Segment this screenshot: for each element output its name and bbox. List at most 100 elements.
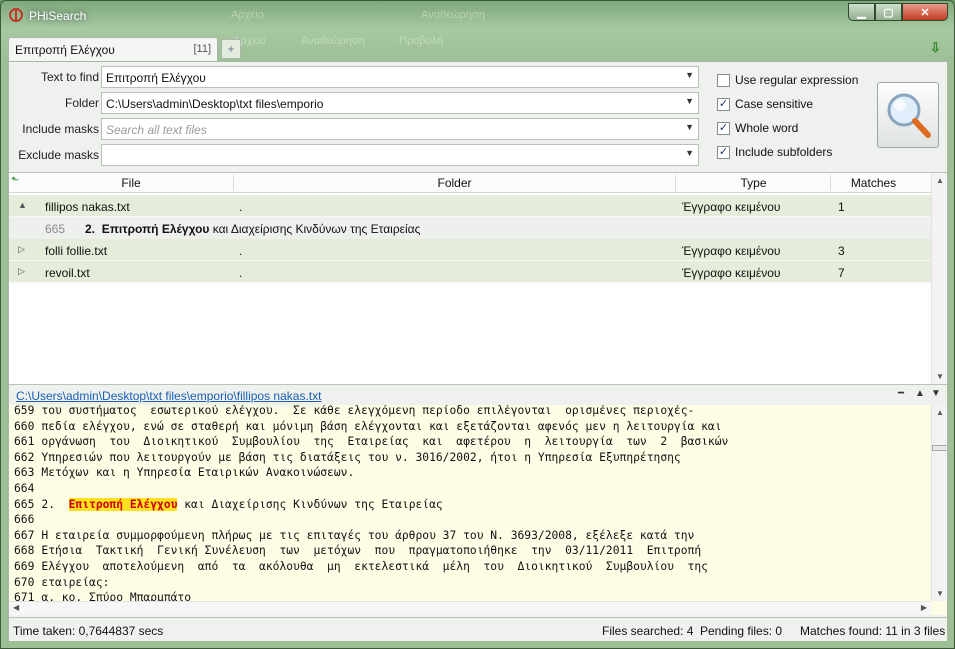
scroll-right-icon[interactable]: ▶ <box>921 603 927 612</box>
preview-line-number: 667 <box>14 528 35 542</box>
use-regex-checkbox[interactable]: Use regular expression <box>717 68 867 92</box>
chevron-down-icon[interactable]: ▼ <box>685 122 694 132</box>
column-folder[interactable]: Folder <box>234 176 675 190</box>
exclude-masks-input[interactable]: ▼ <box>101 144 699 166</box>
scroll-up-icon[interactable]: ▲ <box>932 176 948 185</box>
tab-search[interactable]: Επιτροπή Ελέγχου [11] <box>8 37 218 61</box>
chevron-down-icon[interactable]: ▼ <box>685 96 694 106</box>
preview-line-number: 661 <box>14 435 35 449</box>
status-pending-files: Pending files: 0 <box>700 624 783 638</box>
preview-line-text: Ετήσια Τακτική Γενική Συνέλευση των μετό… <box>41 544 702 558</box>
row-folder: . <box>239 244 243 258</box>
maximize-button[interactable]: ▢ <box>875 3 902 21</box>
status-matches-found: Matches found: 11 in 3 files <box>800 624 946 638</box>
row-type: Έγγραφο κειμένου <box>682 200 781 214</box>
minus-icon[interactable]: ━ <box>898 388 904 399</box>
plus-icon: + <box>227 42 235 56</box>
results-header: ⬑ File Folder Type Matches <box>9 173 931 193</box>
expand-triangle-icon[interactable]: ▷ <box>18 266 25 277</box>
preview-path-bar: C:\Users\admin\Desktop\txt files\emporio… <box>9 384 947 405</box>
preview-horizontal-scrollbar[interactable]: ◀ ▶ <box>9 601 931 615</box>
preview-line: 660 πεδία ελέγχου, ενώ σε σταθερή και μόν… <box>14 419 722 434</box>
whole-word-checkbox[interactable]: ✓ Whole word <box>717 116 867 140</box>
preview-path-link[interactable]: C:\Users\admin\Desktop\txt files\emporio… <box>16 389 321 403</box>
preview-line-number: 660 <box>14 419 35 433</box>
preview-line: 666 <box>14 512 41 527</box>
row-matches: 7 <box>838 266 845 280</box>
preview-scrollbar[interactable]: ▲ ▼ <box>931 405 947 601</box>
column-type[interactable]: Type <box>676 176 831 190</box>
text-to-find-label: Text to find <box>40 70 99 84</box>
row-file: folli follie.txt <box>45 244 108 258</box>
tab-label: Επιτροπή Ελέγχου <box>15 43 115 57</box>
include-masks-row: Include masks Search all text files ▼ <box>9 118 709 142</box>
minimize-button[interactable]: ▁ <box>848 3 875 21</box>
column-file[interactable]: File <box>29 176 233 190</box>
preview-line: 670 εταιρείας: <box>14 575 109 590</box>
folder-path-link[interactable]: C:\Users\admin\Desktop\txt files\emporio <box>16 389 233 403</box>
table-row[interactable]: ▲ fillipos nakas.txt . Έγγραφο κειμένου … <box>9 195 931 217</box>
collapse-triangle-icon[interactable]: ▲ <box>18 200 27 210</box>
search-form: Text to find Επιτροπή Ελέγχου ▼ Folder C… <box>9 62 947 172</box>
text-to-find-row: Text to find Επιτροπή Ελέγχου ▼ <box>9 66 709 90</box>
scroll-down-icon[interactable]: ▼ <box>932 372 948 381</box>
include-masks-label: Include masks <box>22 122 99 136</box>
row-matches: 3 <box>838 244 845 258</box>
title-bar[interactable]: PHiSearch Αρχείο Αναθεώρηση ▁ ▢ ✕ <box>1 1 954 29</box>
table-row[interactable]: ▷ folli follie.txt . Έγγραφο κειμένου 3 <box>9 239 931 261</box>
include-masks-input[interactable]: Search all text files ▼ <box>101 118 699 140</box>
preview-line-number: 670 <box>14 575 35 589</box>
file-preview[interactable]: 671 α. κο. Σπύρο Μπαρμπάτο 670 εταιρείας: 66… <box>9 405 947 615</box>
preview-line: 664 <box>14 481 41 496</box>
search-panel: Text to find Επιτροπή Ελέγχου ▼ Folder C… <box>8 61 948 641</box>
table-row[interactable]: ▷ revoil.txt . Έγγραφο κειμένου 7 <box>9 261 931 283</box>
results-scrollbar[interactable]: ▲ ▼ <box>931 173 947 384</box>
download-arrow-icon[interactable]: ⇩ <box>930 41 944 55</box>
include-subfolders-label: Include subfolders <box>735 145 833 159</box>
scroll-left-icon[interactable]: ◀ <box>13 603 19 612</box>
checkmark-icon[interactable]: ✓ <box>717 97 730 111</box>
folder-input[interactable]: C:\Users\admin\Desktop\txt files\emporio… <box>101 92 699 114</box>
search-button[interactable] <box>877 82 939 148</box>
close-button[interactable]: ✕ <box>902 3 948 21</box>
match-line-number: 665 <box>45 222 66 236</box>
previous-match-icon[interactable]: ▲ <box>915 388 925 399</box>
preview-line-number: 668 <box>14 544 35 558</box>
folder-row: Folder C:\Users\admin\Desktop\txt files\… <box>9 92 709 116</box>
match-row[interactable]: 665 2. Επιτροπή Ελέγχου και Διαχείρισης … <box>9 217 931 239</box>
next-match-icon[interactable]: ▼ <box>931 388 941 399</box>
ghost-menu-item: Αρχείο <box>231 9 264 21</box>
results-grid: ⬑ File Folder Type Matches ▲ fillipos na… <box>9 172 947 384</box>
preview-match-highlight: Επιτροπή Ελέγχου <box>68 497 178 511</box>
preview-line-text: πεδία ελέγχου, ενώ σε σταθερή και μόνιμη… <box>41 419 722 433</box>
row-file: fillipos nakas.txt <box>45 200 130 214</box>
scroll-thumb[interactable] <box>932 445 947 451</box>
collapse-all-icon[interactable]: ⬑ <box>11 175 19 186</box>
preview-line: 669 Ελέγχου αποτελούμενη από τα ακόλουθα … <box>14 559 708 574</box>
scroll-down-icon[interactable]: ▼ <box>932 589 947 598</box>
preview-line-number: 664 <box>14 482 35 495</box>
preview-line-number: 665 <box>14 497 35 511</box>
row-file: revoil.txt <box>45 266 90 280</box>
preview-line-number: 669 <box>14 560 35 573</box>
tab-bar: Επιτροπή Ελέγχου [11] + ⇩ <box>8 37 948 61</box>
column-matches[interactable]: Matches <box>831 176 916 190</box>
row-type: Έγγραφο κειμένου <box>682 244 781 258</box>
add-tab-button[interactable]: + <box>221 39 241 59</box>
match-term: Επιτροπή Ελέγχου <box>101 222 210 236</box>
chevron-down-icon[interactable]: ▼ <box>685 148 694 158</box>
checkbox-box[interactable] <box>717 73 730 87</box>
expand-triangle-icon[interactable]: ▷ <box>18 244 25 255</box>
preview-line-number: 662 <box>14 450 35 464</box>
chevron-down-icon[interactable]: ▼ <box>685 70 694 80</box>
case-sensitive-checkbox[interactable]: ✓ Case sensitive <box>717 92 867 116</box>
preview-line-text: 2. <box>41 497 69 511</box>
include-subfolders-checkbox[interactable]: ✓ Include subfolders <box>717 140 867 164</box>
preview-line-number: 659 <box>14 405 35 417</box>
checkmark-icon[interactable]: ✓ <box>717 121 730 135</box>
checkmark-icon[interactable]: ✓ <box>717 145 730 159</box>
ghost-menu-item: Αναθεώρηση <box>421 9 485 21</box>
scroll-up-icon[interactable]: ▲ <box>932 408 947 417</box>
file-name-link[interactable]: fillipos nakas.txt <box>237 389 322 403</box>
text-to-find-input[interactable]: Επιτροπή Ελέγχου ▼ <box>101 66 699 88</box>
